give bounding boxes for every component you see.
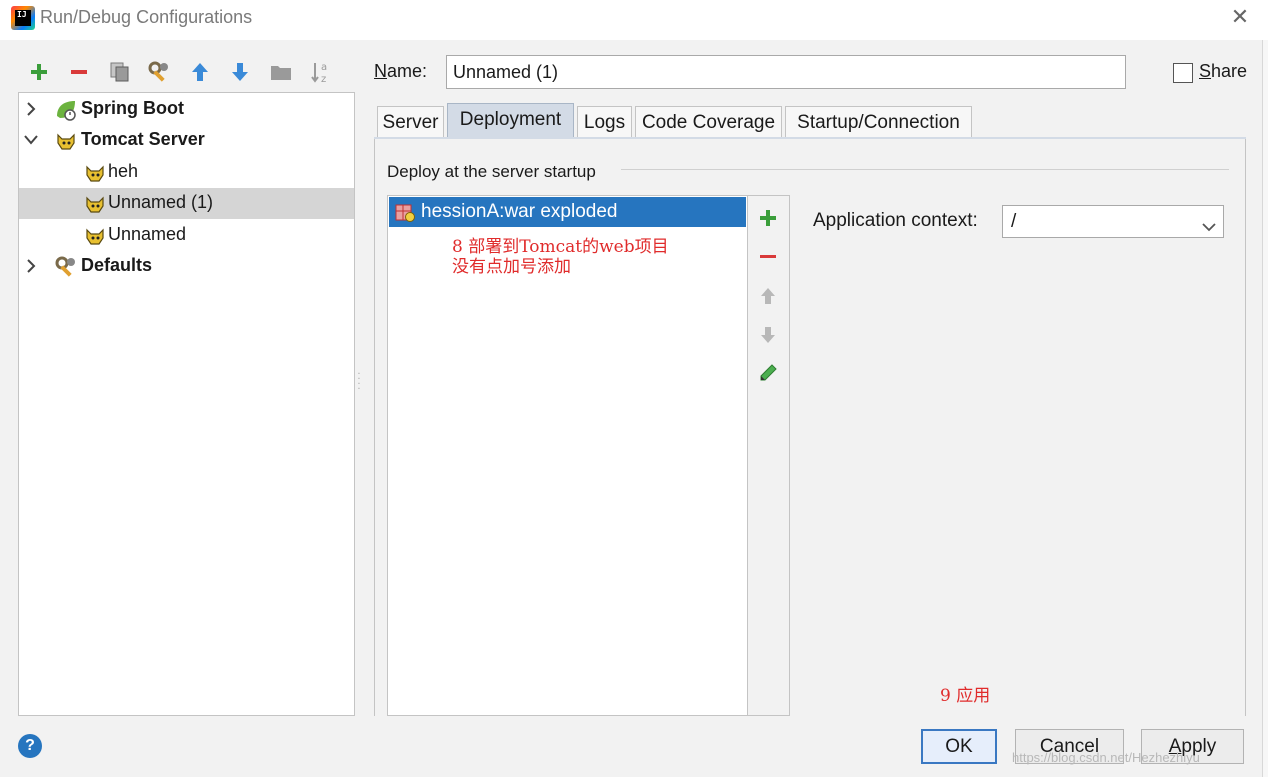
artifact-label: hessionA:war exploded xyxy=(421,201,618,222)
window-title: Run/Debug Configurations xyxy=(40,7,253,27)
watermark: https://blog.csdn.net/Hezhezhiyu xyxy=(1012,750,1200,765)
move-up-icon[interactable] xyxy=(756,284,780,308)
close-icon[interactable]: ✕ xyxy=(1228,6,1252,30)
share-label-mnemonic: S xyxy=(1199,61,1212,81)
tree-item-defaults[interactable]: Defaults xyxy=(19,251,354,282)
remove-icon[interactable] xyxy=(756,245,780,269)
share-label-rest: hare xyxy=(1211,61,1248,81)
tree-item-tomcat-server[interactable]: Tomcat Server xyxy=(19,125,354,156)
group-divider xyxy=(621,169,1229,170)
chevron-right-icon[interactable] xyxy=(24,101,40,117)
svg-text:a: a xyxy=(321,62,327,73)
title-bar: IJ Run/Debug Configurations ✕ xyxy=(0,0,1268,40)
artifact-icon xyxy=(394,201,416,223)
list-item[interactable]: hessionA:war exploded xyxy=(389,197,746,227)
group-title: Deploy at the server startup xyxy=(387,162,596,181)
move-up-icon[interactable] xyxy=(187,58,213,86)
remove-icon[interactable] xyxy=(66,58,92,86)
chevron-right-icon[interactable] xyxy=(24,258,40,274)
name-label-rest: ame: xyxy=(387,61,428,81)
share-label[interactable]: Share xyxy=(1199,61,1247,82)
tree-item-label: Spring Boot xyxy=(81,98,184,118)
intellij-app-icon: IJ xyxy=(11,6,35,30)
application-context-value: / xyxy=(1011,211,1017,232)
sort-icon[interactable]: az xyxy=(308,58,334,86)
tree-item-spring-boot[interactable]: Spring Boot xyxy=(19,94,354,125)
share-checkbox[interactable] xyxy=(1173,63,1193,83)
tab-server[interactable]: Server xyxy=(377,106,444,137)
chevron-down-icon[interactable] xyxy=(1201,214,1217,232)
app-icon-label: IJ xyxy=(15,10,31,26)
spring-boot-icon xyxy=(54,98,78,122)
deploy-side-toolbar xyxy=(748,195,790,716)
tree-item-heh[interactable]: heh xyxy=(19,157,354,188)
configurations-tree[interactable]: Spring Boot Tomcat Server heh Unnamed (1… xyxy=(18,92,355,716)
splitter-handle[interactable]: · · · · xyxy=(356,370,362,395)
tree-item-label: Tomcat Server xyxy=(81,129,205,149)
name-label-mnemonic: N xyxy=(374,61,387,81)
move-down-icon[interactable] xyxy=(756,323,780,347)
name-input[interactable] xyxy=(446,55,1126,89)
tree-item-unnamed-1[interactable]: Unnamed (1) xyxy=(19,188,354,219)
tree-item-label: Defaults xyxy=(81,255,153,275)
application-context-label: Application context: xyxy=(813,210,978,231)
tree-item-label: Unnamed (1) xyxy=(108,192,214,212)
chevron-down-icon[interactable] xyxy=(23,133,39,149)
folder-icon[interactable] xyxy=(268,58,294,86)
annotation-line: 8 部署到Tomcat的web项目 xyxy=(452,237,669,257)
tab-startup-connection[interactable]: Startup/Connection xyxy=(785,106,972,137)
svg-text:z: z xyxy=(321,74,326,84)
window-edge xyxy=(1262,40,1268,777)
move-down-icon[interactable] xyxy=(227,58,253,86)
annotation-note-9: 9 应用 xyxy=(940,686,991,706)
annotation-note-8: 8 部署到Tomcat的web项目 没有点加号添加 xyxy=(452,237,669,277)
tree-item-label: heh xyxy=(108,161,139,181)
tomcat-icon xyxy=(83,224,107,248)
tab-deployment[interactable]: Deployment xyxy=(447,103,574,137)
tree-item-label: Unnamed xyxy=(108,224,187,244)
application-context-select[interactable]: / xyxy=(1002,205,1224,238)
wrench-icon[interactable] xyxy=(146,58,172,86)
tomcat-icon xyxy=(83,161,107,185)
help-icon[interactable]: ? xyxy=(18,734,42,758)
tomcat-icon xyxy=(83,192,107,216)
name-label: Name: xyxy=(374,61,427,82)
ok-button[interactable]: OK xyxy=(921,729,997,764)
tree-item-unnamed[interactable]: Unnamed xyxy=(19,220,354,251)
tab-code-coverage[interactable]: Code Coverage xyxy=(635,106,782,137)
annotation-line: 没有点加号添加 xyxy=(452,257,571,277)
wrench-icon xyxy=(54,255,78,279)
edit-icon[interactable] xyxy=(756,361,780,385)
add-icon[interactable] xyxy=(26,58,52,86)
tab-logs[interactable]: Logs xyxy=(577,106,632,137)
copy-icon[interactable] xyxy=(107,58,133,86)
add-icon[interactable] xyxy=(756,206,780,230)
tomcat-icon xyxy=(54,129,78,153)
